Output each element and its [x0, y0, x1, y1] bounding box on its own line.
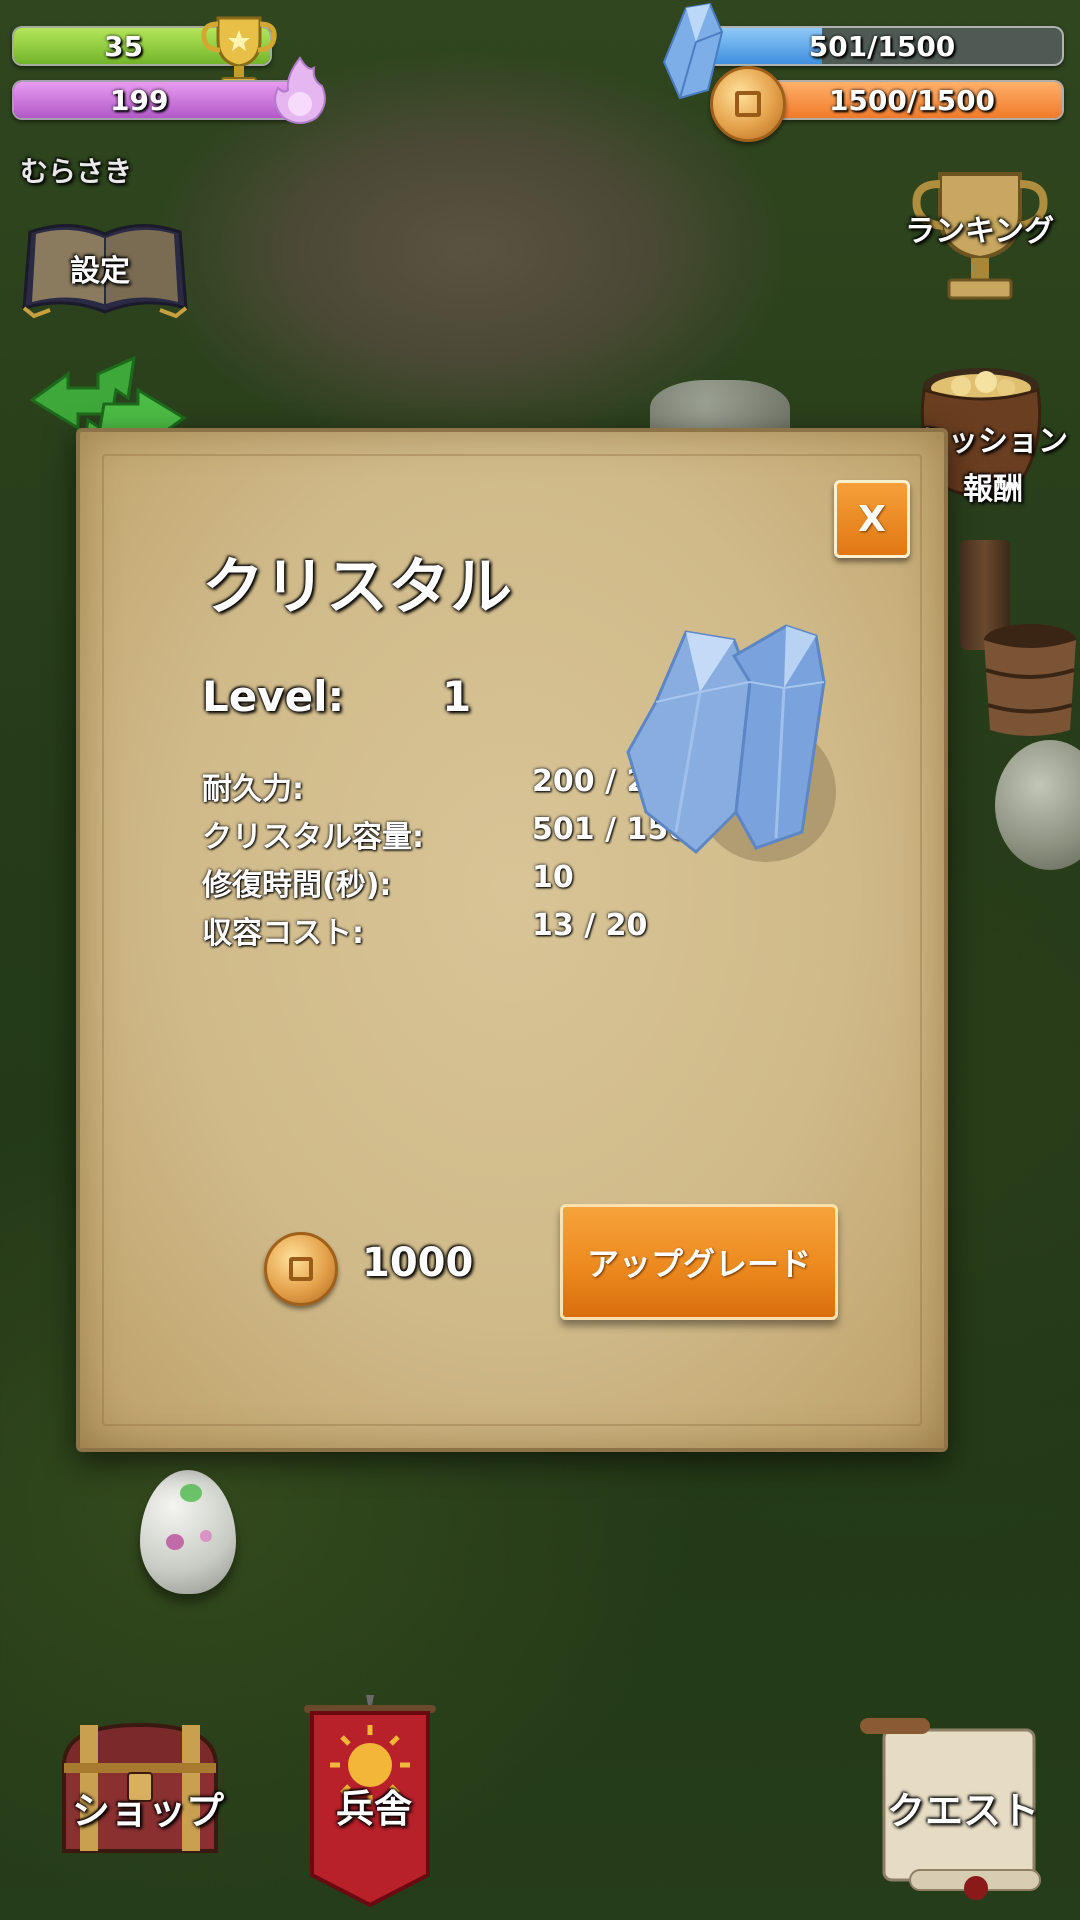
crystal-bar: 501/1500 — [700, 26, 1064, 66]
coin-count: 1500/1500 — [828, 83, 996, 117]
egg-spot — [200, 1530, 212, 1542]
close-button[interactable]: X — [834, 480, 910, 558]
barrel-decoration — [984, 624, 1076, 736]
energy-bar: 199 — [12, 80, 302, 120]
stat-row-capacity-cost: 収容コスト: 13 / 20 — [202, 908, 762, 951]
settings-button[interactable]: 設定 — [70, 246, 130, 290]
barracks-button[interactable]: 兵舎 — [336, 1778, 412, 1833]
coin-mark — [735, 91, 761, 117]
coin-mark — [288, 1256, 314, 1282]
dialog-title: クリスタル — [202, 550, 513, 623]
stat-label: 収容コスト: — [202, 916, 364, 951]
ranking-button[interactable]: ランキング — [905, 206, 1054, 250]
player-name: むらさき — [20, 155, 133, 188]
upgrade-button[interactable]: アップグレード — [560, 1204, 838, 1320]
stat-value: 10 — [532, 860, 574, 895]
level-label: Level: — [202, 672, 345, 721]
coin-bar: 1500/1500 — [760, 80, 1064, 120]
egg-spot — [180, 1484, 202, 1502]
stat-value: 13 / 20 — [532, 908, 648, 943]
quest-button[interactable]: クエスト — [887, 1780, 1039, 1835]
flame-icon — [274, 56, 326, 124]
coin-icon — [710, 66, 786, 142]
stat-label: 耐久力: — [202, 772, 304, 807]
crystal-icon — [626, 624, 836, 862]
level-value: 1 — [442, 672, 472, 721]
shop-button[interactable]: ショップ — [72, 1780, 224, 1835]
coin-icon — [264, 1232, 338, 1306]
egg-spot — [166, 1534, 184, 1550]
stat-label: クリスタル容量: — [202, 820, 424, 855]
stat-label: 修復時間(秒): — [202, 868, 392, 903]
crystal-count: 501/1500 — [808, 29, 956, 63]
energy-count: 199 — [110, 83, 169, 117]
upgrade-cost: 1000 — [362, 1240, 474, 1286]
